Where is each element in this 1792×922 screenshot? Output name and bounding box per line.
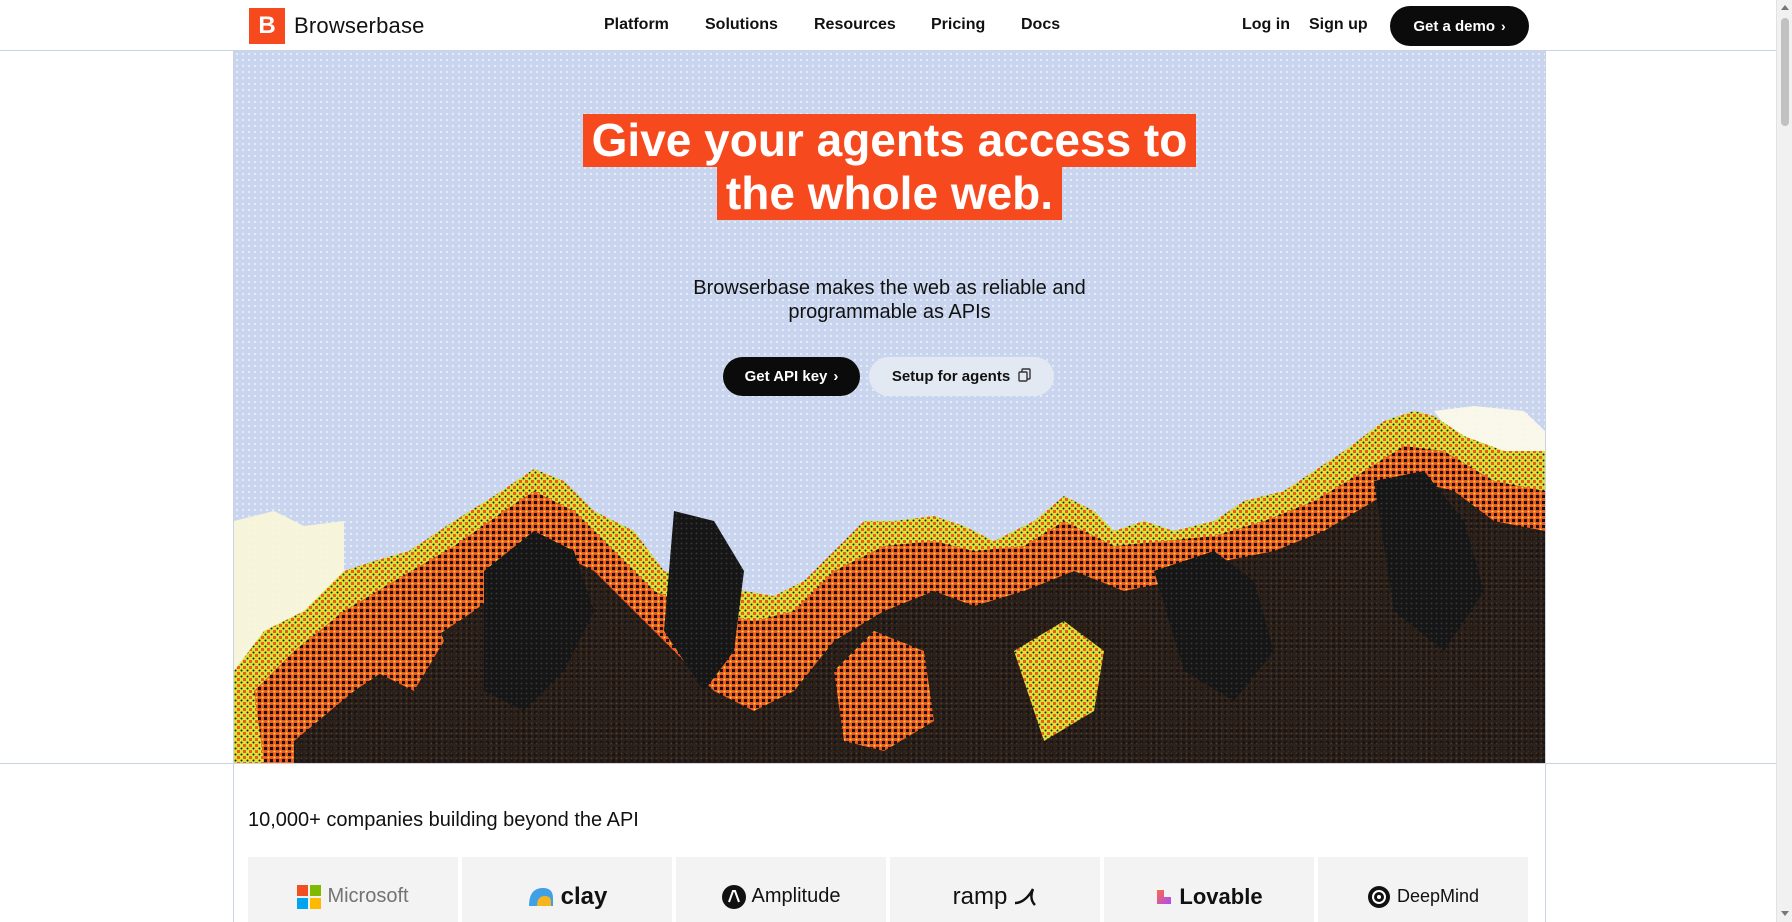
get-demo-button[interactable]: Get a demo › [1390, 6, 1529, 46]
deepmind-logo-icon [1367, 885, 1390, 908]
brand-name: Browserbase [294, 13, 425, 38]
logo-card-amplitude: Amplitude [676, 857, 886, 922]
hero-subtitle: Browserbase makes the web as reliable an… [234, 276, 1545, 324]
logo-card-clay: clay [462, 857, 672, 922]
microsoft-logo-icon [297, 884, 322, 909]
site-header: B Browserbase Platform Solutions Resourc… [0, 0, 1776, 51]
nav-solutions[interactable]: Solutions [705, 16, 778, 34]
nav-pricing[interactable]: Pricing [931, 16, 985, 34]
setup-for-agents-button[interactable]: Setup for agents [869, 357, 1054, 396]
nav-resources[interactable]: Resources [814, 16, 896, 34]
logo-card-microsoft: Microsoft [248, 857, 458, 922]
ramp-logo-icon [1015, 887, 1037, 906]
nav-platform[interactable]: Platform [604, 16, 669, 34]
logo-card-deepmind: DeepMind [1318, 857, 1528, 922]
logo-name-amplitude: Amplitude [751, 885, 841, 907]
logo-name-ramp: ramp [952, 882, 1008, 910]
browserbase-logo-icon: B [249, 8, 285, 44]
chevron-right-icon: › [833, 368, 839, 385]
nav-docs[interactable]: Docs [1021, 16, 1060, 34]
headline-highlight-2: the whole web. [716, 167, 1063, 220]
section-divider [0, 763, 1776, 764]
logo-name-microsoft: Microsoft [327, 885, 409, 907]
logo-card-ramp: ramp [890, 857, 1100, 922]
subtitle-line1: Browserbase makes the web as reliable an… [693, 277, 1086, 299]
subtitle-line2: programmable as APIs [788, 301, 991, 323]
amplitude-logo-icon [721, 884, 746, 909]
scroll-up-icon[interactable] [1781, 5, 1789, 10]
get-api-key-button[interactable]: Get API key › [723, 357, 860, 396]
get-api-key-label: Get API key [744, 368, 828, 385]
page-scrollbar[interactable] [1776, 0, 1792, 922]
copy-icon [1018, 367, 1031, 386]
login-link[interactable]: Log in [1242, 16, 1290, 34]
hero-headline-line1: Give your agents access to [234, 114, 1545, 167]
clay-logo-icon [528, 887, 553, 906]
logo-card-lovable: Lovable [1104, 857, 1314, 922]
hero-section: Give your agents access to the whole web… [234, 51, 1545, 763]
logo-name-deepmind: DeepMind [1396, 886, 1480, 906]
chevron-right-icon: › [1501, 18, 1506, 34]
companies-heading: 10,000+ companies building beyond the AP… [248, 809, 639, 831]
signup-link[interactable]: Sign up [1309, 16, 1368, 34]
scroll-thumb[interactable] [1781, 18, 1789, 126]
logo-name-lovable: Lovable [1179, 883, 1263, 909]
hero-headline-line2: the whole web. [234, 167, 1545, 220]
lovable-logo-icon [1157, 889, 1172, 904]
logo-name-clay: clay [560, 882, 608, 910]
frame-line-right [1545, 51, 1546, 922]
brand-logo[interactable]: B Browserbase [249, 8, 425, 44]
setup-for-agents-label: Setup for agents [891, 368, 1011, 385]
headline-highlight-1: Give your agents access to [582, 114, 1197, 167]
get-demo-label: Get a demo [1413, 17, 1495, 35]
scroll-down-icon[interactable] [1781, 911, 1789, 916]
